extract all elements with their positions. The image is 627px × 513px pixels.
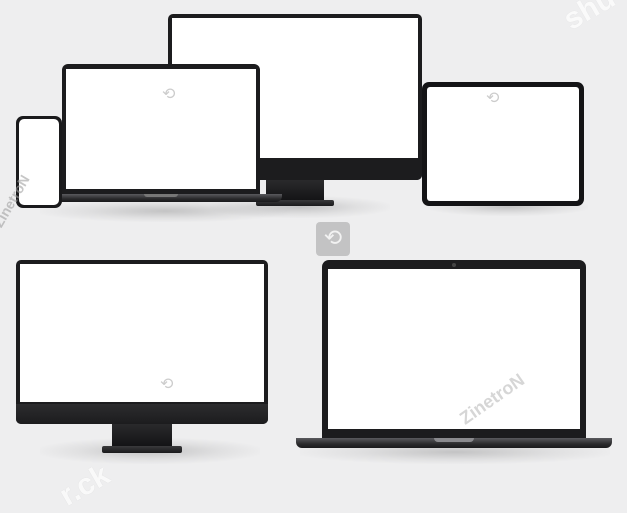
imac-bottom-screen bbox=[20, 264, 264, 402]
watermark-bottom-left: r.ck bbox=[54, 458, 116, 513]
laptop-bottom-camera bbox=[452, 263, 456, 267]
laptop-top-left bbox=[40, 64, 282, 210]
laptop-bottom-right bbox=[296, 260, 612, 452]
watermark-logo-center: ⟲ bbox=[316, 222, 350, 256]
laptop-top-screen bbox=[66, 69, 256, 189]
imac-bottom-base bbox=[102, 446, 182, 453]
imac-bottom-chin bbox=[16, 404, 268, 424]
watermark-top-right: shu bbox=[558, 0, 621, 37]
laptop-bottom-notch bbox=[434, 438, 474, 442]
laptop-bottom-screen bbox=[328, 269, 580, 429]
watermark-logo-laptop: ⟲ bbox=[162, 84, 176, 103]
imac-bottom-left bbox=[16, 260, 268, 456]
tablet-screen bbox=[427, 87, 579, 201]
laptop-top-notch bbox=[144, 194, 178, 197]
watermark-logo-imac: ⟲ bbox=[160, 374, 174, 393]
tablet bbox=[422, 82, 584, 206]
watermark-logo-tablet: ⟲ bbox=[486, 88, 500, 107]
imac-bottom-stand bbox=[112, 424, 172, 448]
